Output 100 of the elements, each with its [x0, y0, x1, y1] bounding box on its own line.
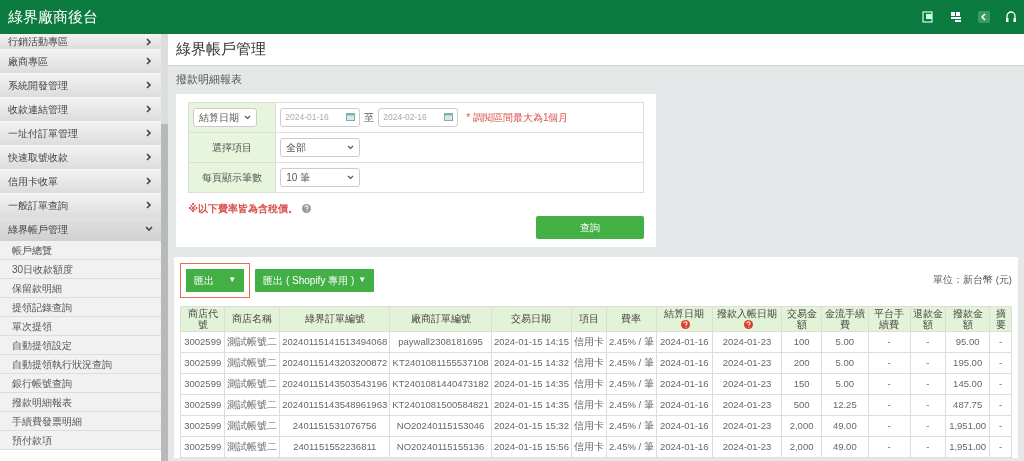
- table-cell: 100: [781, 331, 822, 353]
- table-cell: 195.00: [945, 352, 990, 374]
- table-cell: 5.00: [821, 373, 869, 395]
- table-cell: -: [989, 373, 1012, 395]
- table-cell: 2.45% / 筆: [606, 331, 657, 353]
- table-cell: 2024-01-15 14:35: [491, 394, 572, 416]
- table-cell: 2.45% / 筆: [606, 352, 657, 374]
- table-cell: 2024-01-15 14:35: [491, 373, 572, 395]
- help-icon[interactable]: [301, 203, 311, 213]
- table-cell: 49.00: [821, 415, 869, 437]
- sidebar-item[interactable]: 信用卡收單: [0, 169, 161, 193]
- table-cell: 信用卡: [571, 436, 607, 458]
- table-cell: 20240115141513494068: [279, 331, 390, 353]
- document-icon[interactable]: [922, 11, 934, 23]
- column-header: 退款金額: [910, 306, 946, 332]
- table-cell: NO20240115155136: [389, 436, 492, 458]
- sidebar-item[interactable]: 一般訂單查詢: [0, 193, 161, 217]
- unit-label: 單位：新台幣 (元): [933, 273, 1012, 288]
- sidebar-subitem[interactable]: 銀行帳號查詢: [0, 374, 161, 393]
- back-icon[interactable]: [978, 11, 990, 23]
- table-cell: 2024-01-16: [656, 436, 713, 458]
- scrollbar-thumb[interactable]: [160, 124, 169, 461]
- chevron-right-icon: [144, 81, 153, 89]
- table-cell: 3002599: [180, 352, 225, 374]
- sidebar-subitem[interactable]: 單次提領: [0, 317, 161, 336]
- sidebar-item[interactable]: 收款連結管理: [0, 97, 161, 121]
- table-cell: 487.75: [945, 394, 990, 416]
- sidebar-subitem[interactable]: 撥款明細報表: [0, 393, 161, 412]
- table-cell: 2024-01-23: [712, 394, 782, 416]
- sidebar-subitem[interactable]: 自動提領執行狀況查詢: [0, 355, 161, 374]
- calendar-icon[interactable]: [444, 113, 454, 122]
- table-cell: KT2401081155537108: [389, 352, 492, 374]
- table-cell: 3002599: [180, 415, 225, 437]
- table-cell: 2024-01-23: [712, 373, 782, 395]
- table-cell: -: [868, 436, 911, 458]
- sidebar-item[interactable]: 廠商專區: [0, 49, 161, 73]
- table-cell: -: [868, 352, 911, 374]
- sidebar-subitem[interactable]: 提領記錄查詢: [0, 298, 161, 317]
- table-cell: 5.00: [821, 331, 869, 353]
- grid-icon[interactable]: [950, 11, 962, 23]
- sidebar-subitem[interactable]: 帳戶總覽: [0, 241, 161, 260]
- table-cell: 2024-01-23: [712, 436, 782, 458]
- sidebar-subitem[interactable]: 保留款明細: [0, 279, 161, 298]
- table-cell: -: [989, 331, 1012, 353]
- table-cell: 2024-01-23: [712, 352, 782, 374]
- table-cell: 測試帳號二: [224, 415, 280, 437]
- per-page-select[interactable]: 10 筆: [280, 167, 361, 187]
- headset-icon[interactable]: [1006, 10, 1016, 24]
- page-title: 綠界帳戶管理: [168, 34, 1024, 66]
- table-cell: 95.00: [945, 331, 990, 353]
- sidebar-item[interactable]: 綠界帳戶管理: [0, 217, 161, 241]
- table-cell: -: [910, 373, 946, 395]
- separator-label: 至: [364, 110, 375, 125]
- chevron-right-icon: [144, 105, 153, 113]
- sidebar-item[interactable]: 一址付訂單管理: [0, 121, 161, 145]
- table-cell: -: [868, 415, 911, 437]
- sidebar-subitem[interactable]: 預付款項: [0, 431, 161, 450]
- chevron-right-icon: [144, 201, 153, 209]
- sidebar-item[interactable]: 行銷活動專區: [0, 34, 161, 49]
- column-header: 平台手續費: [868, 306, 911, 332]
- sidebar-subitem[interactable]: 30日收款額度: [0, 260, 161, 279]
- table-cell: -: [910, 415, 946, 437]
- table-cell: 20240115143203200872: [279, 352, 390, 374]
- sidebar-item[interactable]: 系統開發管理: [0, 73, 161, 97]
- date-type-select[interactable]: 結算日期: [193, 107, 258, 127]
- sidebar-subitem[interactable]: 手續費發票明細: [0, 412, 161, 431]
- table-cell: 3002599: [180, 373, 225, 395]
- chevron-right-icon: [144, 177, 153, 185]
- column-header: 費率: [606, 306, 657, 332]
- table-cell: 200: [781, 352, 822, 374]
- item-select[interactable]: 全部: [280, 137, 361, 157]
- table-cell: 2,000: [781, 415, 822, 437]
- sidebar-item[interactable]: 快速取號收款: [0, 145, 161, 169]
- column-header: 交易金額: [781, 306, 822, 332]
- table-cell: 2,000: [781, 436, 822, 458]
- help-icon[interactable]: [743, 319, 753, 329]
- table-cell: -: [868, 394, 911, 416]
- table-cell: 145.00: [945, 373, 990, 395]
- table-cell: 信用卡: [571, 415, 607, 437]
- calendar-icon[interactable]: [346, 113, 356, 122]
- chevron-right-icon: [144, 129, 153, 137]
- chevron-down-icon: [347, 144, 355, 150]
- sidebar-subitem[interactable]: 自動提領設定: [0, 336, 161, 355]
- column-header: 摘要: [989, 306, 1012, 332]
- table-cell: 測試帳號二: [224, 331, 280, 353]
- table-cell: 3002599: [180, 331, 225, 353]
- table-cell: 49.00: [821, 436, 869, 458]
- table-cell: 2.45% / 筆: [606, 394, 657, 416]
- table-cell: 20240115143548961963: [279, 394, 390, 416]
- chevron-right-icon: [144, 57, 153, 65]
- chevron-down-icon: [144, 225, 153, 233]
- column-header: 廠商訂單編號: [389, 306, 492, 332]
- table-cell: -: [989, 352, 1012, 374]
- help-icon[interactable]: [681, 319, 691, 329]
- column-header: 綠界訂單編號: [279, 306, 390, 332]
- table-cell: 2024-01-15 15:56: [491, 436, 572, 458]
- column-header: 撥款金額: [945, 306, 990, 332]
- table-cell: -: [910, 331, 946, 353]
- table-cell: 2024-01-16: [656, 415, 713, 437]
- table-cell: 2401151552236811: [279, 436, 390, 458]
